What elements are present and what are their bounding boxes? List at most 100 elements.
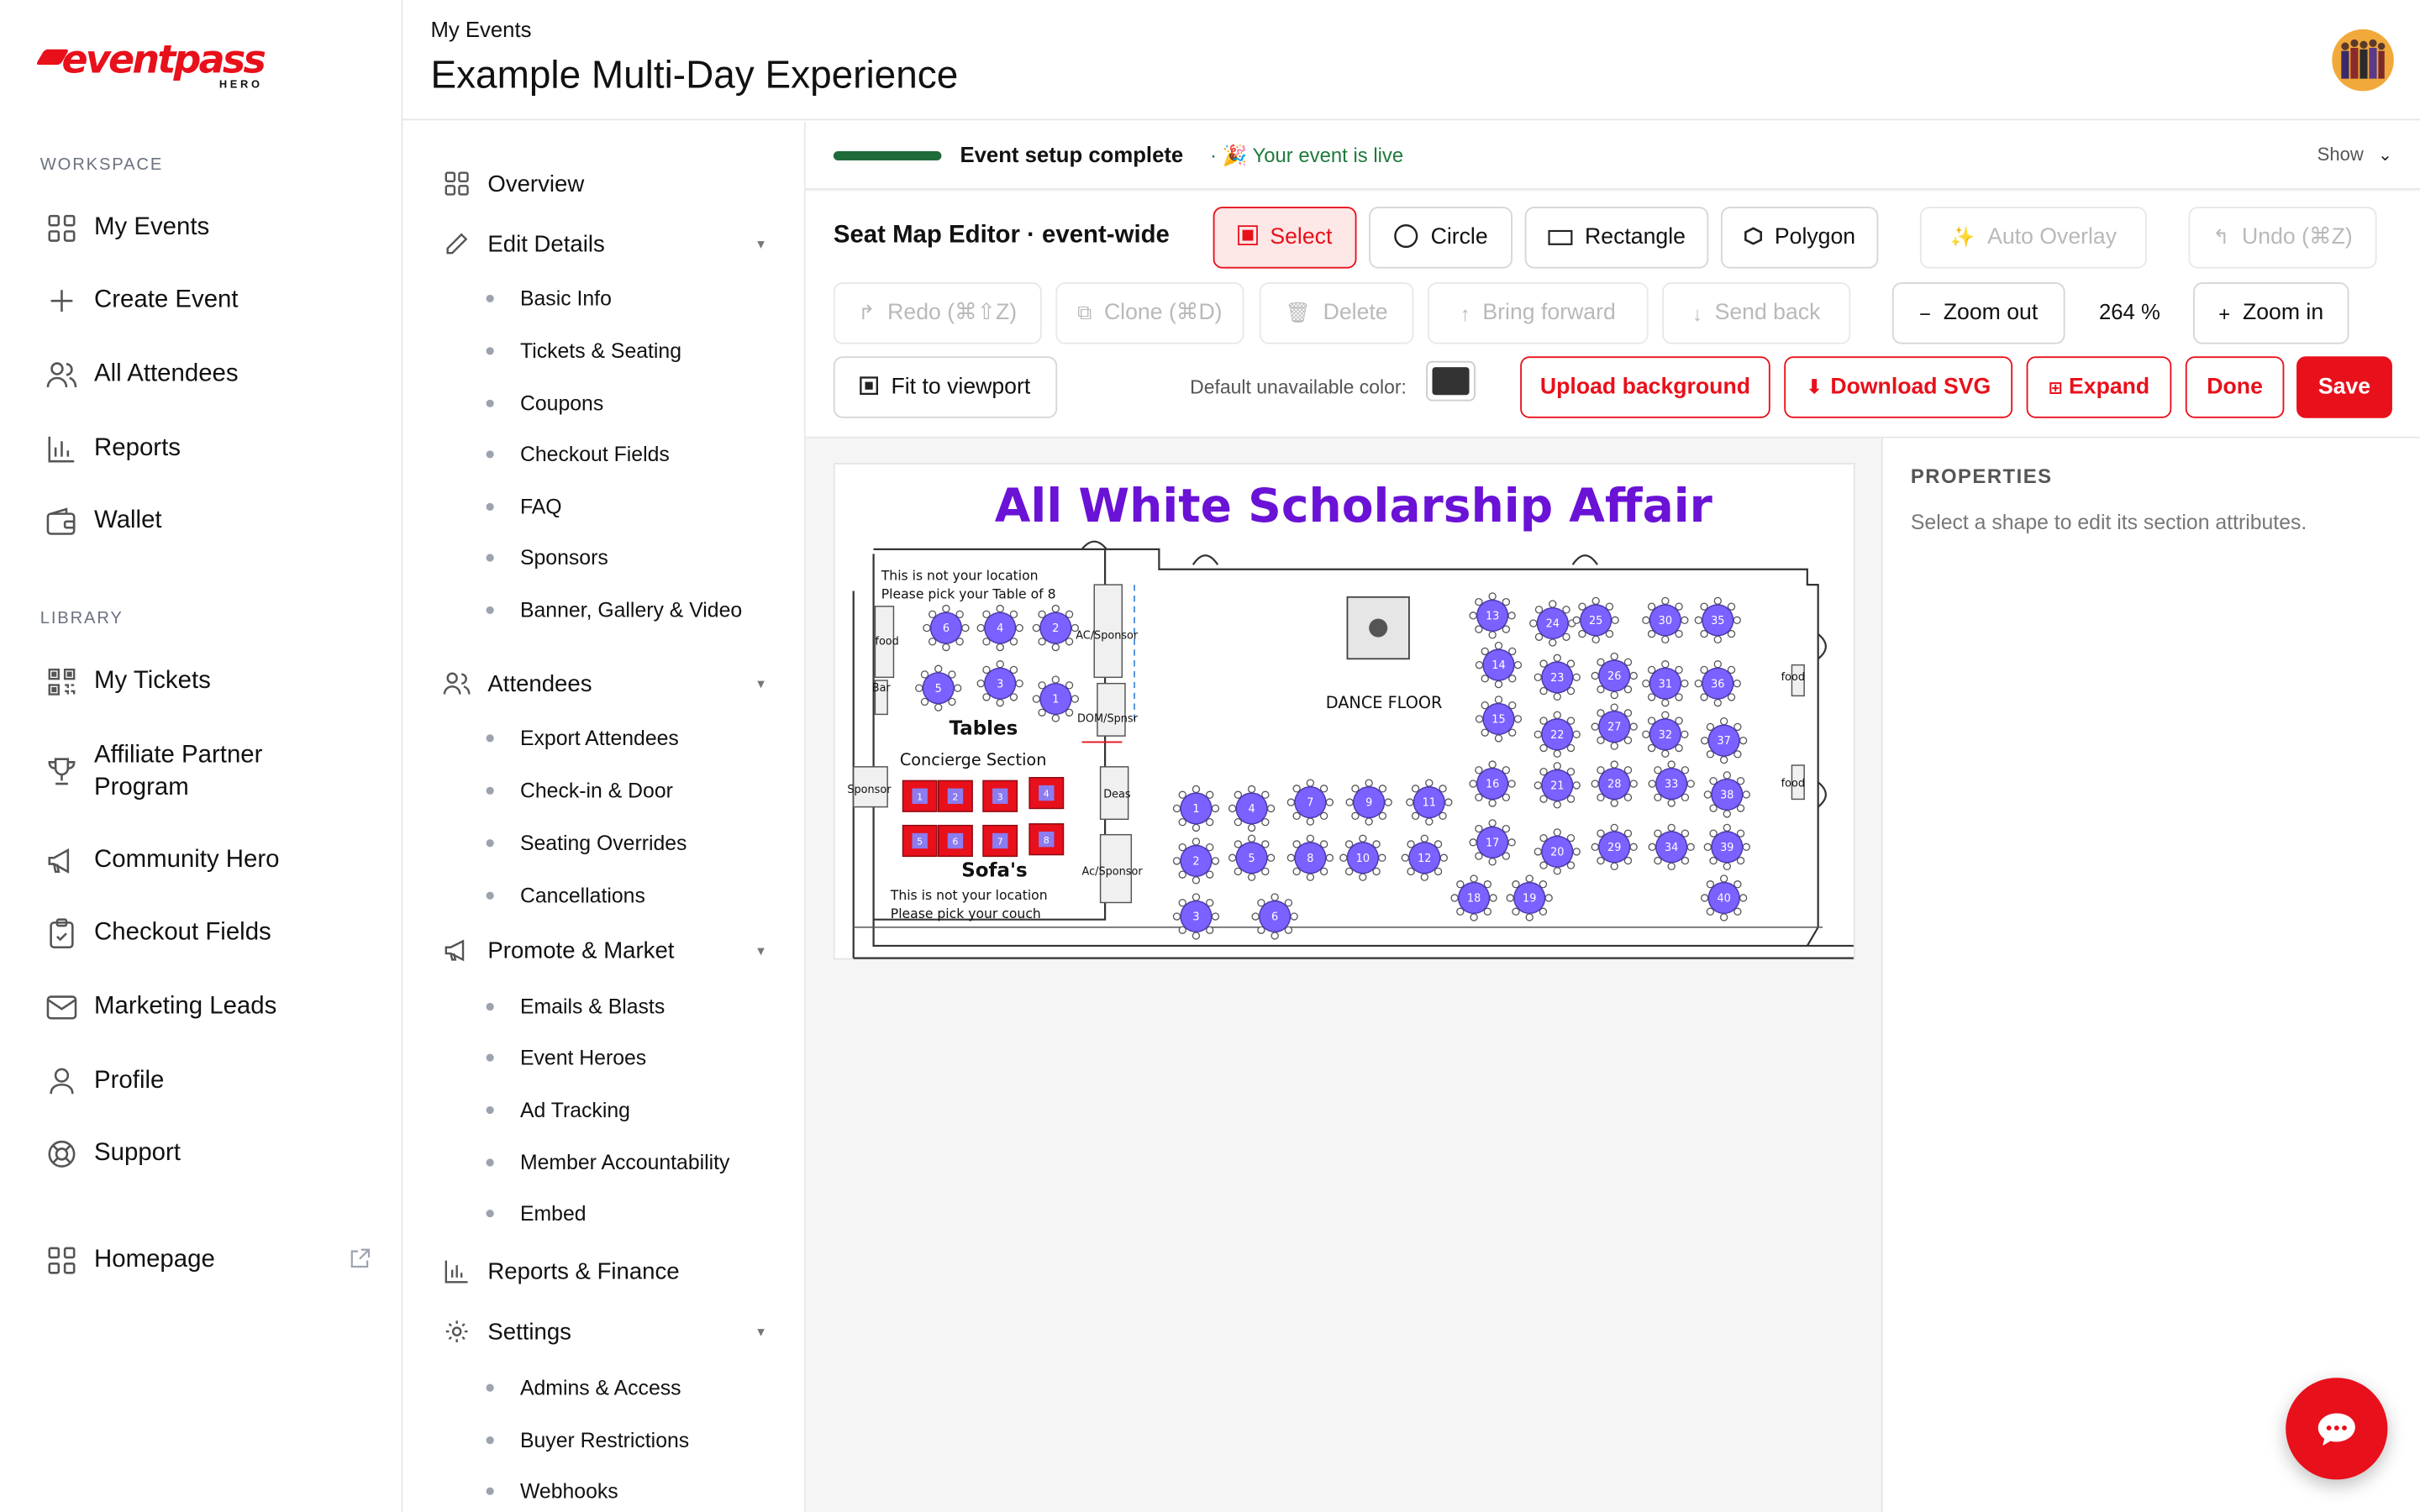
subnav-item-buyer-restrictions[interactable]: Buyer Restrictions (486, 1422, 780, 1456)
sidebar-item-community-hero[interactable]: Community Hero (46, 839, 371, 882)
save-button[interactable]: Save (2296, 356, 2392, 418)
table-18[interactable]: 18 (1450, 874, 1497, 921)
subnav-item-coupons[interactable]: Coupons (486, 386, 780, 419)
sofa-4[interactable]: 4 (1028, 776, 1065, 810)
select-tool-button[interactable]: Select (1213, 207, 1357, 269)
table-31[interactable]: 31 (1642, 660, 1689, 707)
table-33[interactable]: 33 (1648, 760, 1695, 807)
sofa-2[interactable]: 2 (937, 780, 973, 812)
sofa-8[interactable]: 8 (1028, 823, 1065, 856)
table-40[interactable]: 40 (1700, 874, 1748, 921)
sidebar-item-my-events[interactable]: My Events (46, 207, 371, 249)
breadcrumb[interactable]: My Events (430, 17, 531, 41)
subnav-item-banner-gallery-video[interactable]: Banner, Gallery & Video (486, 592, 780, 626)
zoom-in-button[interactable]: + Zoom in (2193, 282, 2349, 344)
subnav-promote-market[interactable]: Promote & Market ▼ (443, 932, 767, 969)
table-36[interactable]: 36 (1694, 660, 1741, 707)
subnav-item-check-in-door[interactable]: Check-in & Door (486, 773, 780, 806)
sidebar-item-create-event[interactable]: Create Event (46, 279, 371, 322)
table-4[interactable]: 4 (1228, 785, 1276, 832)
sidebar-item-wallet[interactable]: Wallet (46, 500, 371, 543)
subnav-reports-finance[interactable]: Reports & Finance (443, 1252, 767, 1289)
table-5[interactable]: 5 (1228, 834, 1276, 881)
subnav-item-faq[interactable]: FAQ (486, 489, 780, 522)
subnav-item-admins-access[interactable]: Admins & Access (486, 1370, 780, 1404)
subnav-item-emails-blasts[interactable]: Emails & Blasts (486, 989, 780, 1022)
subnav-item-basic-info[interactable]: Basic Info (486, 281, 780, 314)
table-13[interactable]: 13 (1469, 592, 1516, 639)
sofa-7[interactable]: 7 (982, 824, 1018, 858)
table-37[interactable]: 37 (1700, 717, 1748, 764)
table-38[interactable]: 38 (1703, 771, 1750, 818)
eventpass-logo[interactable]: eventpass HERO (35, 37, 272, 98)
rectangle-tool-button[interactable]: Rectangle (1524, 207, 1709, 269)
subnav-item-checkout-fields[interactable]: Checkout Fields (486, 437, 780, 470)
table-9[interactable]: 9 (1345, 779, 1392, 826)
subnav-item-sponsors[interactable]: Sponsors (486, 540, 780, 574)
sidebar-item-reports[interactable]: Reports (46, 428, 371, 470)
sidebar-item-all-attendees[interactable]: All Attendees (46, 354, 371, 396)
table-16[interactable]: 16 (1469, 760, 1516, 807)
left-table-5[interactable]: 5 (915, 664, 962, 711)
subnav-item-embed[interactable]: Embed (486, 1195, 780, 1229)
zoom-level[interactable]: 264 % (2099, 299, 2160, 323)
table-21[interactable]: 21 (1534, 762, 1581, 809)
sidebar-item-checkout-fields[interactable]: Checkout Fields (46, 912, 371, 955)
done-button[interactable]: Done (2185, 356, 2285, 418)
table-1[interactable]: 1 (1172, 785, 1220, 832)
subnav-item-seating-overrides[interactable]: Seating Overrides (486, 826, 780, 859)
sidebar-item-marketing-leads[interactable]: Marketing Leads (46, 986, 371, 1029)
subnav-item-ad-tracking[interactable]: Ad Tracking (486, 1092, 780, 1126)
table-25[interactable]: 25 (1572, 596, 1619, 644)
chat-launcher-button[interactable] (2286, 1378, 2388, 1480)
table-32[interactable]: 32 (1642, 711, 1689, 758)
subnav-item-event-heroes[interactable]: Event Heroes (486, 1040, 780, 1074)
sidebar-item-support[interactable]: Support (46, 1132, 371, 1175)
sidebar-item-profile[interactable]: Profile (46, 1060, 371, 1103)
table-29[interactable]: 29 (1591, 823, 1638, 871)
subnav-item-member-accountability[interactable]: Member Accountability (486, 1145, 780, 1179)
avatar[interactable] (2332, 29, 2394, 92)
expand-button[interactable]: ⊞ Expand (2026, 356, 2172, 418)
table-14[interactable]: 14 (1475, 641, 1523, 689)
seat-map-svg[interactable]: All White Scholarship Affair This is not… (835, 465, 1857, 961)
sofa-6[interactable]: 6 (937, 824, 973, 858)
delete-button[interactable]: 🗑 Delete (1259, 282, 1414, 344)
show-toggle[interactable]: Show ⌄ (2317, 144, 2392, 165)
bring-forward-button[interactable]: ↑ Bring forward (1427, 282, 1649, 344)
subnav-item-export-attendees[interactable]: Export Attendees (486, 721, 780, 754)
subnav-attendees[interactable]: Attendees ▼ (443, 665, 767, 702)
table-15[interactable]: 15 (1475, 696, 1523, 743)
auto-overlay-button[interactable]: ✨ Auto Overlay (1919, 207, 2147, 269)
table-34[interactable]: 34 (1648, 823, 1695, 871)
table-19[interactable]: 19 (1506, 874, 1553, 921)
chevron-down-icon[interactable]: ▼ (755, 943, 767, 958)
table-12[interactable]: 12 (1401, 834, 1448, 881)
table-11[interactable]: 11 (1406, 779, 1453, 826)
fit-to-viewport-button[interactable]: Fit to viewport (833, 356, 1058, 418)
sofa-1[interactable]: 1 (902, 780, 938, 812)
chevron-down-icon[interactable]: ▼ (755, 676, 767, 690)
subnav-item-webhooks[interactable]: Webhooks (486, 1473, 780, 1507)
seat-map-background[interactable]: All White Scholarship Affair This is not… (833, 463, 1857, 961)
sofa-5[interactable]: 5 (902, 824, 938, 858)
table-2[interactable]: 2 (1172, 837, 1220, 885)
sidebar-item-homepage[interactable]: Homepage (46, 1239, 371, 1282)
table-23[interactable]: 23 (1534, 654, 1581, 701)
table-27[interactable]: 27 (1591, 703, 1638, 750)
redo-button[interactable]: ↱ Redo (⌘⇧Z) (833, 282, 1042, 344)
chevron-down-icon[interactable]: ▼ (755, 237, 767, 251)
left-table-4[interactable]: 4 (976, 604, 1023, 652)
table-35[interactable]: 35 (1694, 596, 1741, 644)
left-table-2[interactable]: 2 (1032, 604, 1079, 652)
subnav-item-cancellations[interactable]: Cancellations (486, 878, 780, 911)
table-17[interactable]: 17 (1469, 819, 1516, 866)
subnav-edit-details[interactable]: Edit Details ▼ (443, 225, 767, 262)
subnav-overview[interactable]: Overview (443, 165, 767, 202)
table-22[interactable]: 22 (1534, 711, 1581, 758)
table-20[interactable]: 20 (1534, 828, 1581, 875)
table-7[interactable]: 7 (1286, 779, 1334, 826)
subnav-item-tickets-seating[interactable]: Tickets & Seating (486, 333, 780, 367)
sidebar-item-affiliate-partner-program[interactable]: Affiliate Partner Program (46, 738, 371, 806)
table-10[interactable]: 10 (1339, 834, 1386, 881)
